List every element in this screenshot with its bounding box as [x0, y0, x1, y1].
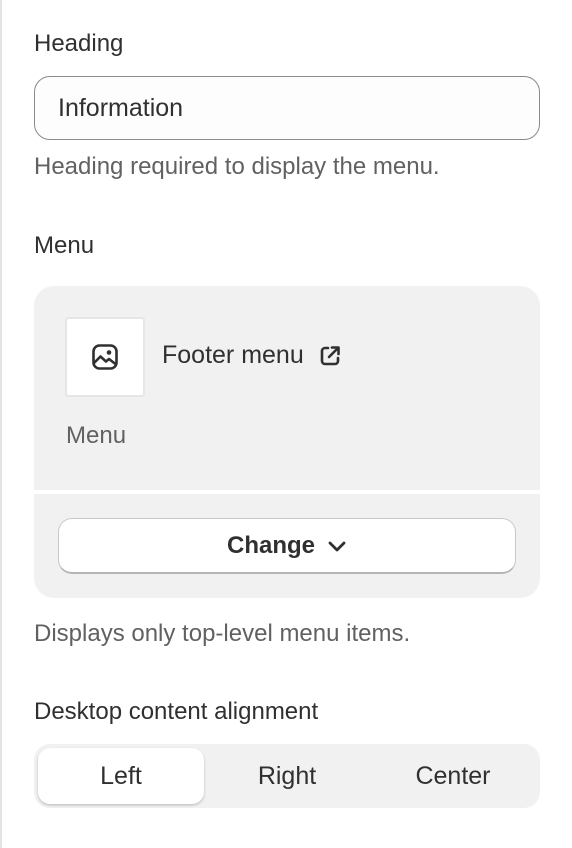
alignment-option-center[interactable]: Center [370, 748, 536, 804]
alignment-option-right[interactable]: Right [204, 748, 370, 804]
menu-name: Footer menu [162, 341, 304, 369]
external-link-icon [318, 344, 342, 368]
change-menu-button[interactable]: Change [58, 518, 516, 574]
card-divider [34, 490, 540, 494]
panel-left-border [0, 0, 2, 848]
menu-help-text: Displays only top-level menu items. [34, 620, 411, 647]
heading-input[interactable] [34, 76, 540, 140]
change-button-label: Change [226, 531, 315, 559]
chevron-down-icon [327, 539, 347, 553]
menu-label: Menu [34, 232, 95, 259]
alignment-option-left[interactable]: Left [38, 748, 204, 804]
menu-thumbnail [65, 317, 145, 397]
heading-label: Heading [34, 30, 124, 57]
alignment-segmented-control: Left Right Center [34, 744, 540, 808]
image-icon [91, 343, 119, 371]
alignment-label: Desktop content alignment [34, 698, 319, 725]
menu-picker-card: Footer menu Menu Change [34, 286, 540, 598]
footer-menu-link[interactable]: Footer menu [162, 341, 342, 370]
menu-type-label: Menu [66, 422, 127, 449]
heading-help-text: Heading required to display the menu. [34, 153, 440, 180]
